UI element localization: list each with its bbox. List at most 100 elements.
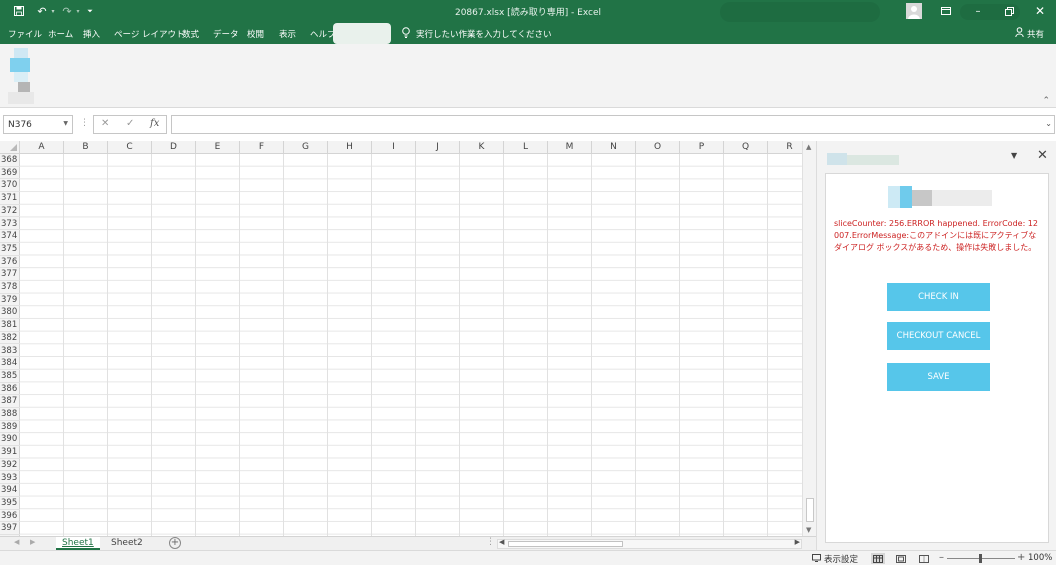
tab-help[interactable]: ヘルプ — [310, 28, 336, 40]
row-header[interactable]: 386 — [0, 383, 20, 396]
row-header[interactable]: 377 — [0, 268, 20, 281]
column-header[interactable]: O — [636, 141, 680, 154]
column-header[interactable]: P — [680, 141, 724, 154]
horizontal-scrollbar[interactable]: ◀ ▶ — [497, 538, 802, 549]
scroll-right-icon[interactable]: ▶ — [795, 538, 800, 546]
row-header[interactable]: 373 — [0, 218, 20, 231]
column-header[interactable]: R — [768, 141, 802, 154]
column-header[interactable]: E — [196, 141, 240, 154]
row-header[interactable]: 393 — [0, 472, 20, 485]
sheet-tab-sheet1[interactable]: Sheet1 — [56, 537, 100, 550]
pane-options-chevron-icon[interactable]: ▼ — [1011, 151, 1017, 160]
zoom-slider-knob[interactable] — [979, 554, 982, 563]
row-header[interactable]: 369 — [0, 167, 20, 180]
cell-area[interactable] — [20, 154, 802, 536]
row-header[interactable]: 397 — [0, 522, 20, 535]
row-header[interactable]: 394 — [0, 484, 20, 497]
prev-sheet-icon[interactable]: ◀ — [14, 538, 19, 546]
row-header[interactable]: 372 — [0, 205, 20, 218]
row-header[interactable]: 376 — [0, 256, 20, 269]
expand-formula-bar-icon[interactable]: ⌄ — [1045, 119, 1052, 128]
formula-input[interactable]: ⌄ — [171, 115, 1055, 134]
zoom-slider[interactable] — [947, 554, 1015, 563]
row-header[interactable]: 391 — [0, 446, 20, 459]
vertical-scrollbar[interactable]: ▲ ▼ — [802, 141, 816, 536]
add-sheet-icon[interactable]: + — [169, 537, 181, 549]
zoom-level[interactable]: 100% — [1028, 553, 1052, 563]
row-header[interactable]: 388 — [0, 408, 20, 421]
sheet-tab-sheet2[interactable]: Sheet2 — [105, 537, 149, 550]
account-avatar[interactable] — [901, 3, 927, 19]
scroll-left-icon[interactable]: ◀ — [499, 538, 504, 546]
row-header[interactable]: 396 — [0, 510, 20, 523]
row-header[interactable]: 390 — [0, 433, 20, 447]
name-box[interactable]: N376 ▼ — [3, 115, 73, 134]
scroll-thumb[interactable] — [508, 541, 623, 547]
column-header[interactable]: L — [504, 141, 548, 154]
column-header[interactable]: F — [240, 141, 284, 154]
column-header[interactable]: Q — [724, 141, 768, 154]
row-header[interactable]: 380 — [0, 306, 20, 320]
tab-data[interactable]: データ — [213, 28, 239, 40]
row-header[interactable]: 384 — [0, 357, 20, 370]
row-header[interactable]: 379 — [0, 294, 20, 307]
tab-file[interactable]: ファイル — [8, 28, 42, 40]
chevron-down-icon[interactable]: ▼ — [63, 120, 68, 127]
column-header[interactable]: B — [64, 141, 108, 154]
row-header[interactable]: 371 — [0, 192, 20, 205]
row-header[interactable]: 381 — [0, 319, 20, 332]
row-header[interactable]: 387 — [0, 395, 20, 408]
column-header[interactable]: N — [592, 141, 636, 154]
page-layout-view-icon[interactable] — [894, 553, 908, 564]
row-header[interactable]: 389 — [0, 421, 20, 434]
row-header[interactable]: 368 — [0, 154, 20, 167]
enter-icon[interactable]: ✓ — [126, 118, 134, 129]
row-header[interactable]: 378 — [0, 281, 20, 294]
column-header[interactable]: K — [460, 141, 504, 154]
next-sheet-icon[interactable]: ▶ — [30, 538, 35, 546]
row-header[interactable]: 383 — [0, 345, 20, 358]
scroll-thumb[interactable] — [806, 498, 814, 522]
ribbon-display-options-icon[interactable] — [931, 3, 961, 19]
column-header[interactable]: D — [152, 141, 196, 154]
pane-close-icon[interactable]: ✕ — [1037, 148, 1048, 163]
zoom-in-icon[interactable]: + — [1017, 552, 1025, 563]
share-button[interactable]: 共有 — [1015, 27, 1044, 40]
collapse-ribbon-icon[interactable]: ⌃ — [1042, 96, 1050, 106]
tab-insert[interactable]: 挿入 — [83, 28, 100, 40]
display-settings[interactable]: 表示設定 — [812, 553, 858, 565]
row-header[interactable]: 382 — [0, 332, 20, 345]
checkout-cancel-button[interactable]: CHECKOUT CANCEL — [887, 322, 990, 350]
tab-split-handle[interactable]: ⋮ — [486, 537, 495, 547]
row-header[interactable]: 374 — [0, 230, 20, 243]
scroll-down-icon[interactable]: ▼ — [806, 526, 811, 534]
column-header[interactable]: I — [372, 141, 416, 154]
column-header[interactable]: C — [108, 141, 152, 154]
close-icon[interactable]: ✕ — [1025, 3, 1055, 19]
tab-review[interactable]: 校閲 — [247, 28, 264, 40]
row-header[interactable]: 395 — [0, 497, 20, 510]
minimize-icon[interactable]: – — [963, 3, 993, 19]
restore-icon[interactable] — [994, 3, 1024, 19]
row-header[interactable]: 375 — [0, 243, 20, 256]
check-in-button[interactable]: CHECK IN — [887, 283, 990, 311]
column-header[interactable]: G — [284, 141, 328, 154]
save-button[interactable]: SAVE — [887, 363, 990, 391]
zoom-out-icon[interactable]: – — [939, 552, 944, 563]
normal-view-icon[interactable] — [871, 553, 885, 564]
row-header[interactable]: 370 — [0, 179, 20, 193]
column-header[interactable]: H — [328, 141, 372, 154]
select-all-button[interactable] — [0, 141, 20, 154]
scroll-up-icon[interactable]: ▲ — [806, 143, 811, 151]
insert-function-icon[interactable]: fx — [150, 118, 159, 129]
tab-formulas[interactable]: 数式 — [182, 28, 199, 40]
tell-me-search[interactable]: 実行したい作業を入力してください — [402, 27, 552, 41]
tab-home[interactable]: ホーム — [48, 28, 73, 40]
tab-page-layout[interactable]: ページ レイアウト — [114, 28, 185, 40]
column-header[interactable]: A — [20, 141, 64, 154]
cancel-icon[interactable]: ✕ — [101, 118, 109, 129]
page-break-view-icon[interactable] — [917, 553, 931, 564]
row-header[interactable]: 392 — [0, 459, 20, 472]
column-header[interactable]: M — [548, 141, 592, 154]
row-header[interactable]: 385 — [0, 370, 20, 383]
